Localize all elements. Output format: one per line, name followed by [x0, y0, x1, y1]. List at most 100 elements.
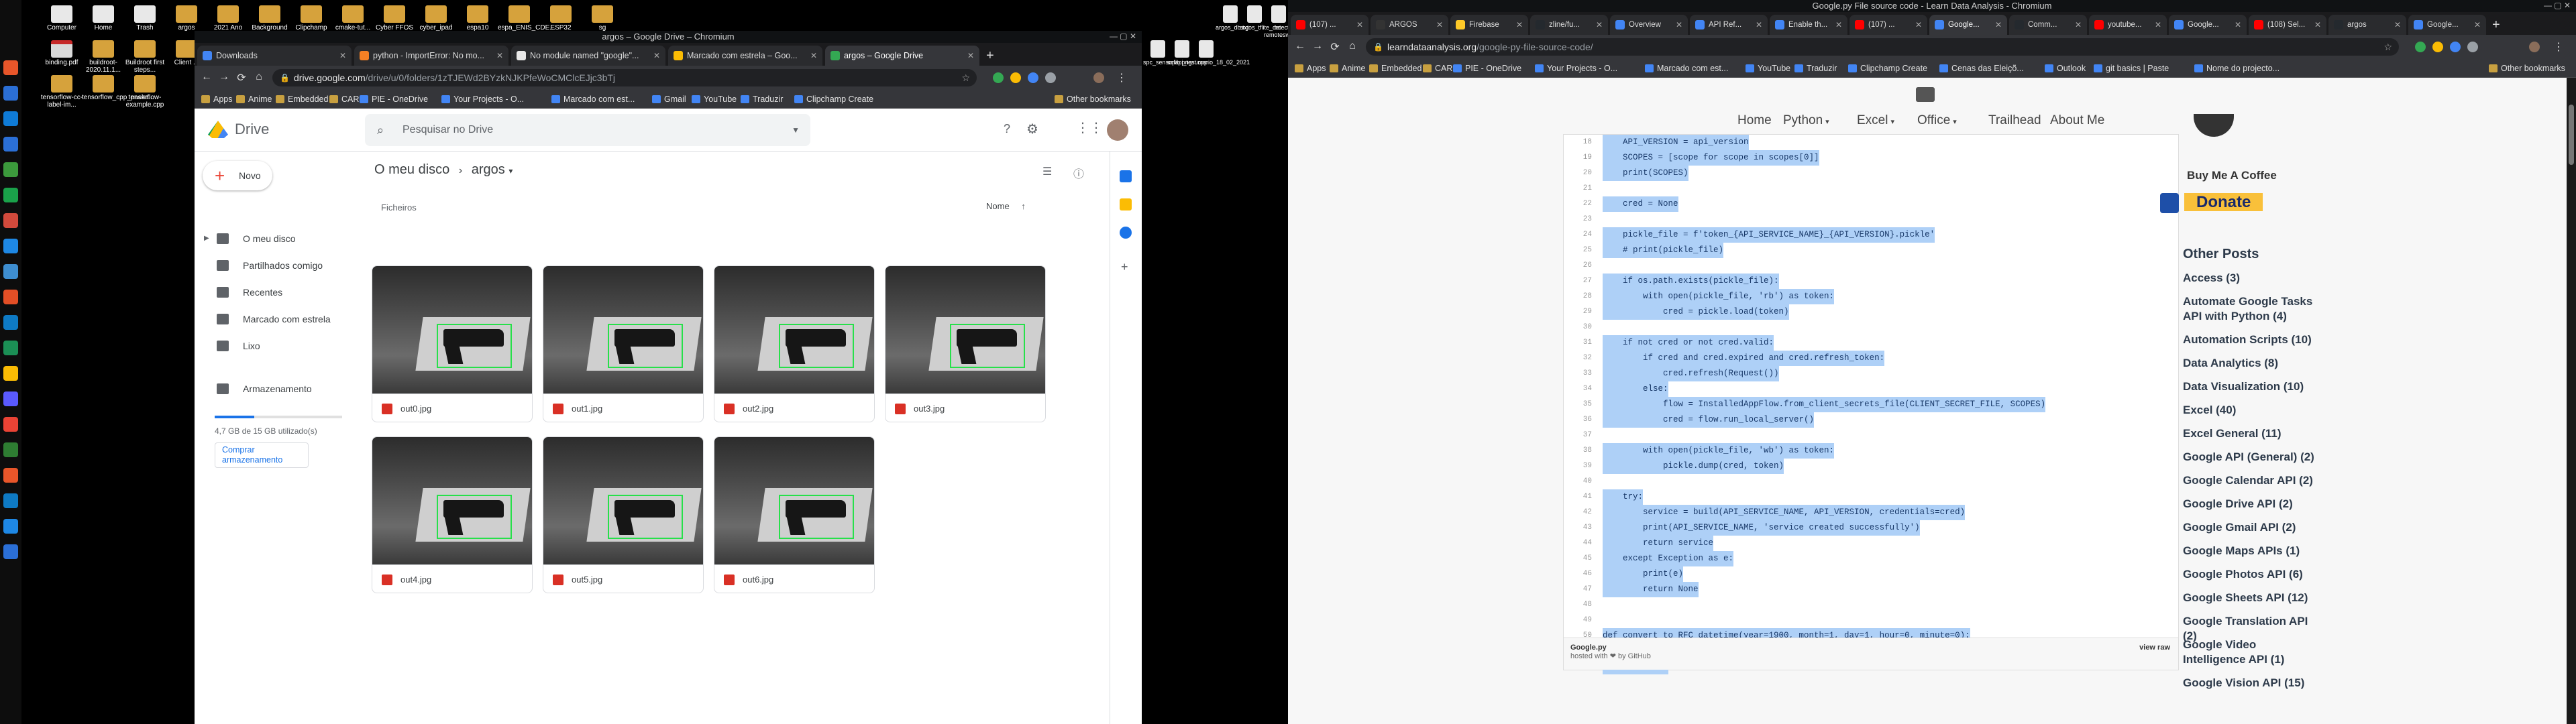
- tab-close-icon[interactable]: ✕: [1356, 15, 1363, 35]
- tab-close-icon[interactable]: ✕: [1676, 15, 1682, 35]
- tab-7[interactable]: Enable th... ✕: [1770, 15, 1847, 35]
- tab-12[interactable]: Google... ✕: [2169, 15, 2247, 35]
- profile-avatar[interactable]: [2529, 42, 2540, 52]
- buy-me-coffee-text[interactable]: Buy Me A Coffee: [2187, 169, 2277, 182]
- tab-2[interactable]: ARGOS ✕: [1371, 15, 1448, 35]
- home-icon[interactable]: ⌂: [252, 71, 266, 83]
- buy-storage-button[interactable]: Comprar armazenamento: [215, 442, 309, 468]
- dock-app-icon[interactable]: [3, 315, 18, 330]
- nav-item-home[interactable]: Home: [1737, 113, 1772, 128]
- dock-app-icon[interactable]: [3, 111, 18, 126]
- file-thumbnail[interactable]: [885, 266, 1045, 394]
- search-options-icon[interactable]: ▼: [792, 114, 800, 146]
- calendar-icon[interactable]: [1120, 170, 1132, 182]
- tab-9[interactable]: Google... ✕: [1929, 15, 2007, 35]
- tab-close-icon[interactable]: ✕: [1756, 15, 1762, 35]
- desktop-icon[interactable]: ESP32: [539, 5, 582, 32]
- scrollbar-thumb[interactable]: [2569, 105, 2574, 165]
- file-thumbnail[interactable]: [714, 266, 874, 394]
- folder-dropdown-icon[interactable]: ▾: [508, 166, 513, 176]
- tab-14[interactable]: argos ✕: [2328, 15, 2406, 35]
- dock-app-icon[interactable]: [3, 86, 18, 101]
- code-footer-hosted[interactable]: hosted with ❤ by GitHub: [1570, 652, 2171, 660]
- nav-item-office[interactable]: Office ▾: [1917, 113, 1957, 128]
- window-controls[interactable]: — ▢ ✕: [2544, 1, 2571, 10]
- address-bar[interactable]: 🔒 drive.google.com/drive/u/0/folders/1zT…: [272, 69, 977, 86]
- file-card[interactable]: out0.jpg: [372, 265, 533, 422]
- tab-close-icon[interactable]: ✕: [2394, 15, 2401, 35]
- search-icon[interactable]: ⌕: [377, 114, 384, 146]
- bookmark-item[interactable]: Marcado com est...: [1645, 59, 1728, 78]
- sort-arrow-icon[interactable]: ↑: [1021, 201, 1026, 211]
- drive-logo-icon[interactable]: [208, 121, 228, 138]
- dock-app-icon[interactable]: [3, 290, 18, 304]
- bookmark-item[interactable]: git basics | Paste: [2094, 59, 2169, 78]
- nav-item-about-me[interactable]: About Me: [2050, 113, 2104, 128]
- tab-4[interactable]: Marcado com estrela – Goo... ✕: [668, 46, 822, 66]
- nav-item-python[interactable]: Python ▾: [1783, 113, 1829, 128]
- bookmark-item[interactable]: PIE - OneDrive: [360, 90, 428, 109]
- desktop-icon[interactable]: espa_ENIS_CDE...: [498, 5, 555, 32]
- menu-kebab-icon[interactable]: ⋮: [1115, 71, 1128, 84]
- tab-6[interactable]: API Ref... ✕: [1690, 15, 1768, 35]
- extension-icon-blue[interactable]: [2450, 42, 2461, 52]
- drive-search-input[interactable]: ⌕ Pesquisar no Drive ▼: [365, 114, 810, 146]
- file-thumbnail[interactable]: [714, 437, 874, 564]
- extensions-puzzle-icon[interactable]: [2467, 42, 2478, 52]
- sidebar-item[interactable]: Armazenamento: [195, 375, 356, 402]
- desktop-icon[interactable]: argos: [165, 5, 208, 32]
- tab-close-icon[interactable]: ✕: [2075, 15, 2082, 35]
- dock-app-icon[interactable]: [3, 239, 18, 253]
- bookmark-item[interactable]: Apps: [201, 90, 233, 109]
- tab-close-icon[interactable]: ✕: [496, 46, 503, 66]
- tab-5[interactable]: Overview ✕: [1610, 15, 1688, 35]
- tab-8[interactable]: (107) ... ✕: [1849, 15, 1927, 35]
- file-thumbnail[interactable]: [372, 266, 532, 394]
- site-logo-icon[interactable]: [1916, 87, 1935, 102]
- extension-icon-orange[interactable]: [2432, 42, 2443, 52]
- file-thumbnail[interactable]: [372, 437, 532, 564]
- dock-app-icon[interactable]: [3, 493, 18, 508]
- details-info-icon[interactable]: ⓘ: [1073, 165, 1084, 181]
- view-raw-link[interactable]: view raw: [2139, 644, 2170, 652]
- desktop-icon[interactable]: cmake-tut...: [331, 5, 374, 32]
- tab-13[interactable]: (108) Sel... ✕: [2249, 15, 2326, 35]
- file-name[interactable]: out6.jpg: [714, 564, 874, 593]
- bookmark-item[interactable]: Your Projects - O...: [441, 90, 524, 109]
- forward-icon[interactable]: →: [1311, 40, 1324, 52]
- extension-icon-green[interactable]: [2415, 42, 2426, 52]
- desktop-icon[interactable]: espa10: [456, 5, 499, 32]
- dock-app-icon[interactable]: [3, 391, 18, 406]
- post-category-link[interactable]: Google Gmail API (2): [2183, 520, 2317, 535]
- tab-4[interactable]: zline/fu... ✕: [1530, 15, 1608, 35]
- other-bookmarks[interactable]: Other bookmarks: [1055, 90, 1131, 109]
- bookmark-item[interactable]: CAR: [1423, 59, 1452, 78]
- dock-app-icon[interactable]: [3, 544, 18, 559]
- tab-10[interactable]: Comm... ✕: [2009, 15, 2087, 35]
- extensions-puzzle-icon[interactable]: [1045, 72, 1056, 83]
- back-icon[interactable]: ←: [1293, 40, 1307, 52]
- desktop-icon[interactable]: tensorflow-cc-label-im...: [40, 75, 83, 109]
- file-card[interactable]: out1.jpg: [543, 265, 704, 422]
- post-category-link[interactable]: Data Analytics (8): [2183, 356, 2317, 371]
- other-bookmarks[interactable]: Other bookmarks: [2489, 59, 2565, 78]
- bookmark-item[interactable]: Traduzir: [1794, 59, 1837, 78]
- star-icon[interactable]: ☆: [961, 69, 970, 86]
- window-controls[interactable]: — ▢ ✕: [1110, 32, 1136, 41]
- file-card[interactable]: out3.jpg: [885, 265, 1046, 422]
- dock-app-icon[interactable]: [3, 341, 18, 355]
- bookmark-item[interactable]: Clipchamp Create: [1848, 59, 1927, 78]
- new-button[interactable]: + Novo: [203, 161, 272, 190]
- tab-11[interactable]: youtube... ✕: [2089, 15, 2167, 35]
- nav-item-trailhead[interactable]: Trailhead: [1988, 113, 2041, 128]
- file-name[interactable]: out0.jpg: [372, 394, 532, 422]
- post-category-link[interactable]: Automate Google Tasks API with Python (4…: [2183, 294, 2317, 324]
- dock-app-icon[interactable]: [3, 468, 18, 483]
- bookmark-item[interactable]: Clipchamp Create: [794, 90, 873, 109]
- scrollbar[interactable]: [2567, 78, 2576, 724]
- reload-icon[interactable]: ⟳: [1328, 40, 1342, 54]
- file-card[interactable]: out4.jpg: [372, 436, 533, 593]
- new-tab-button[interactable]: +: [2492, 17, 2500, 33]
- sidebar-item[interactable]: ▶ O meu disco: [195, 225, 356, 252]
- tab-3[interactable]: Firebase ✕: [1450, 15, 1528, 35]
